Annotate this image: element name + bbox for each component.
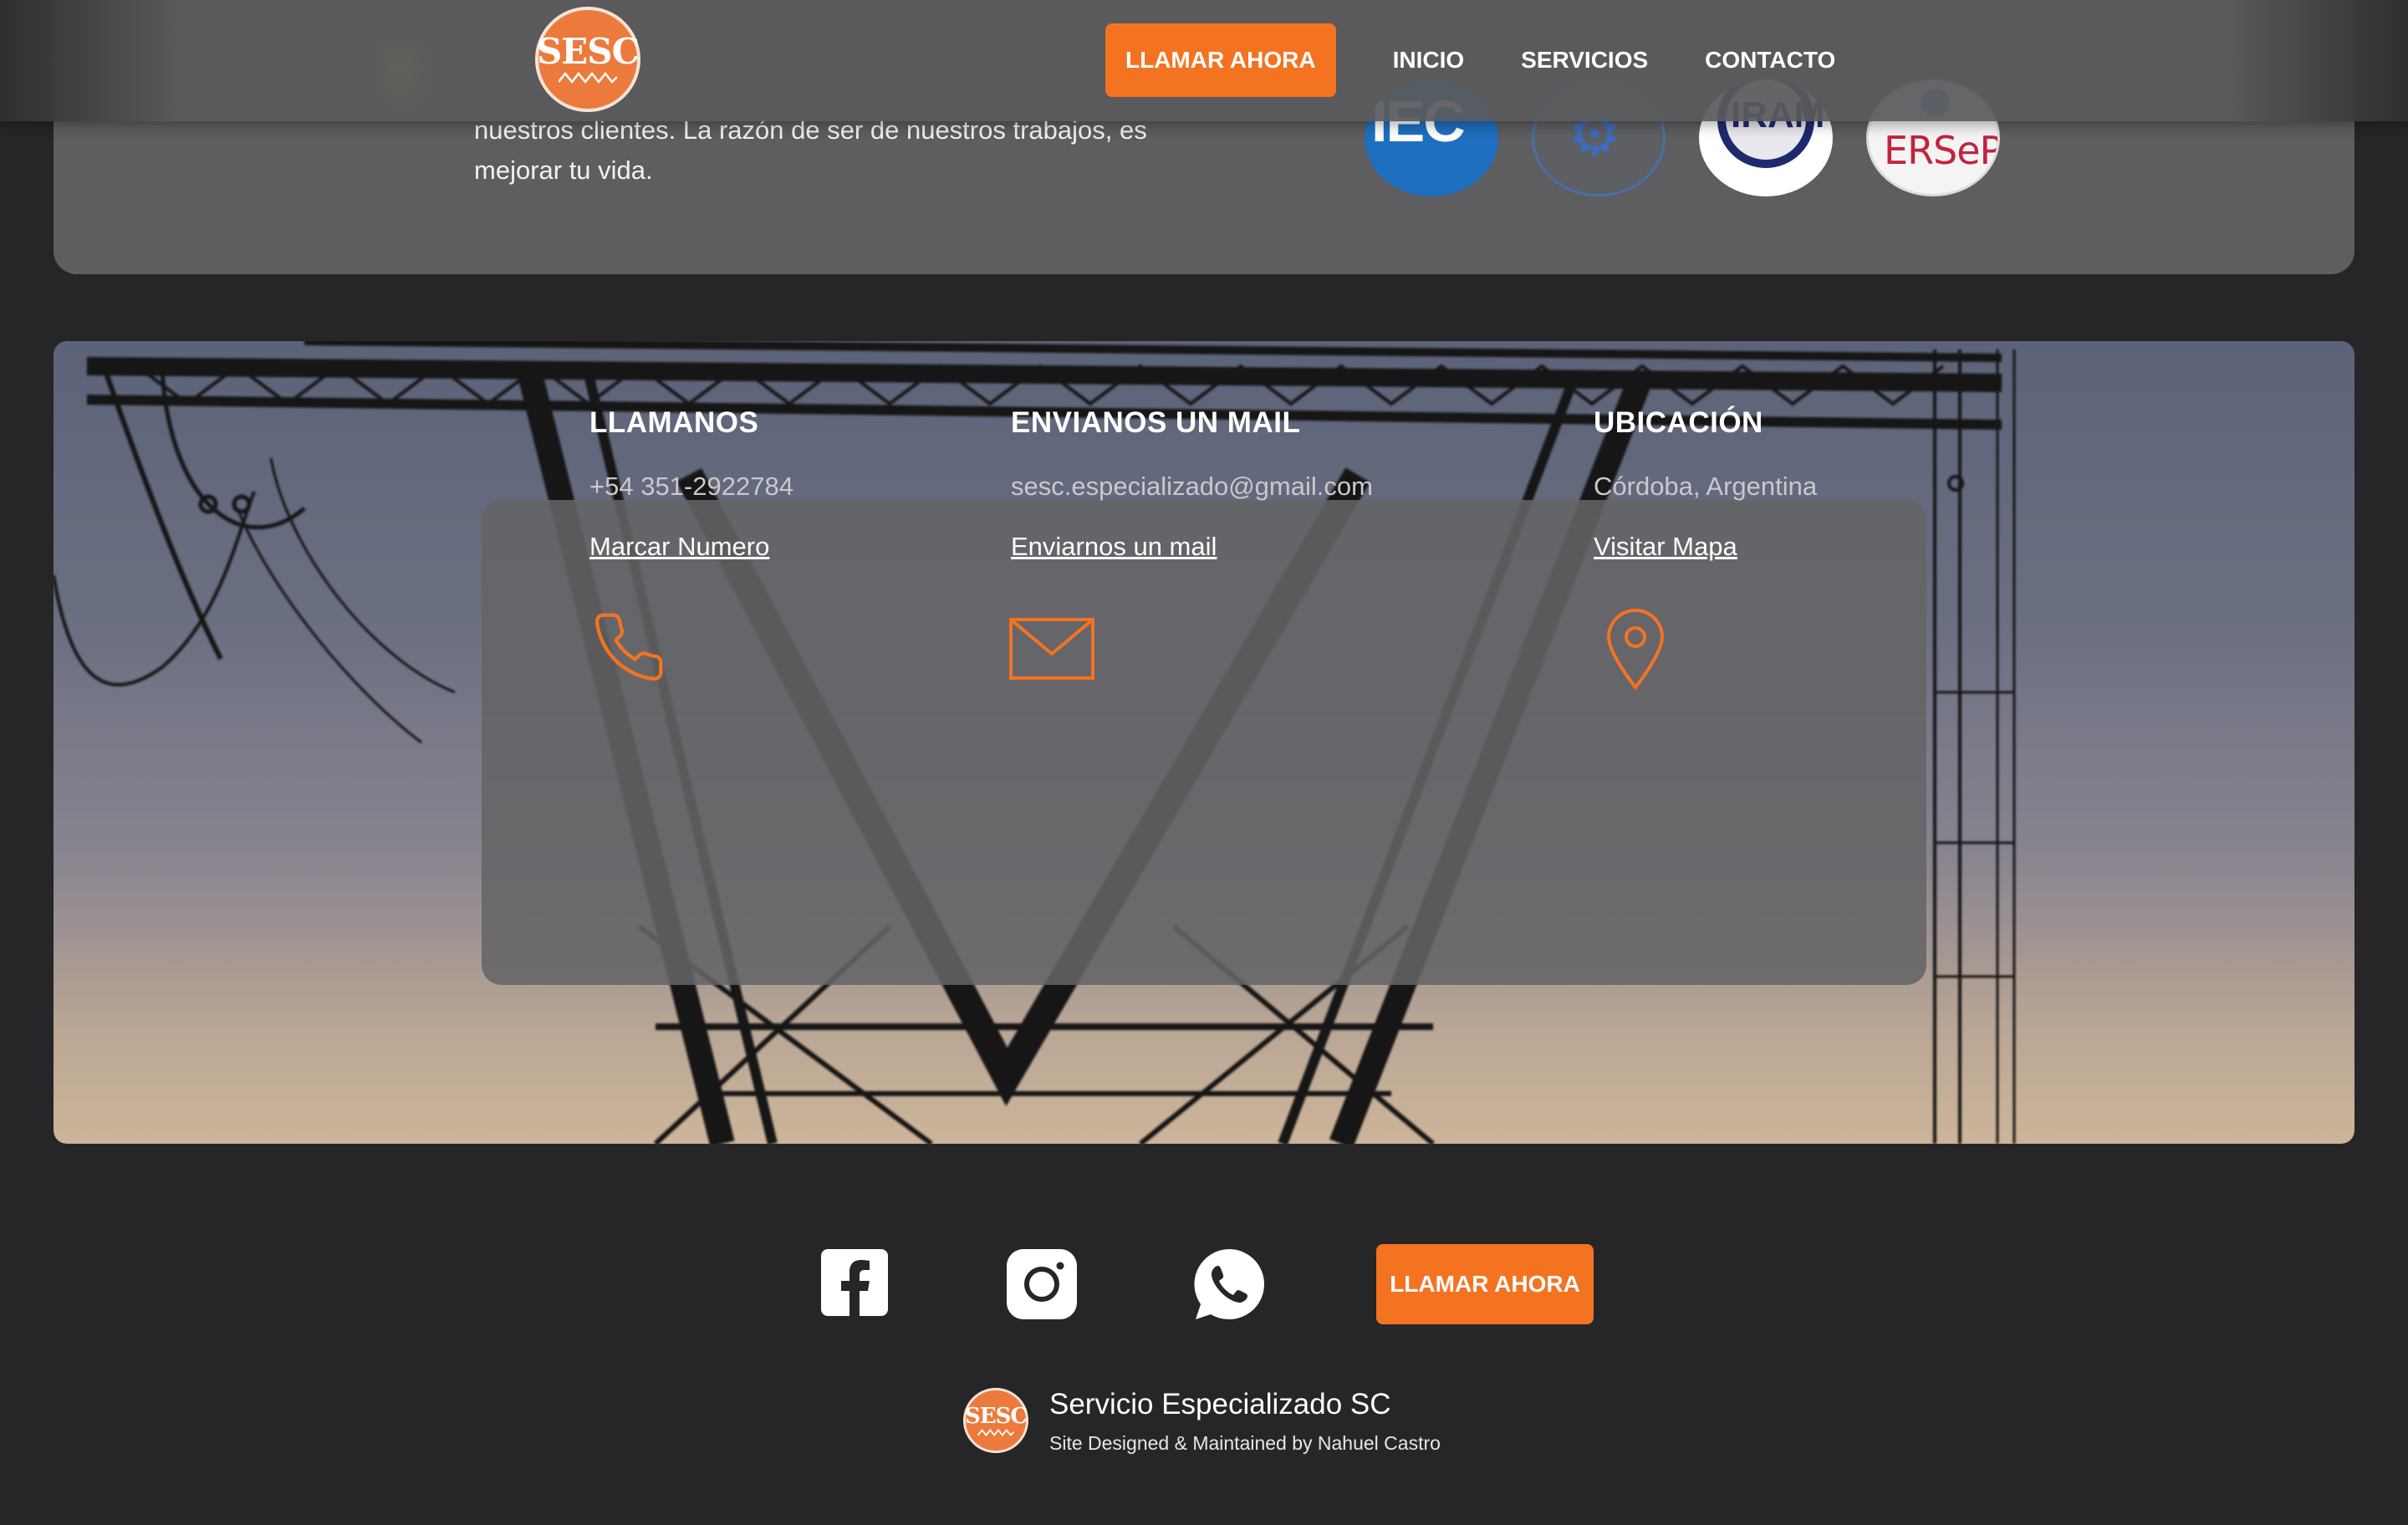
phone-icon [594, 613, 663, 681]
footer-credit: Site Designed & Maintained by Nahuel Cas… [1049, 1432, 1441, 1454]
nav-inicio[interactable]: INICIO [1393, 47, 1465, 74]
wave-icon [977, 1428, 1014, 1436]
wave-icon [559, 71, 617, 84]
contact-title-location: UBICACIÓN [1594, 406, 1763, 439]
mail-icon [1009, 618, 1094, 680]
header: SESC LLAMAR AHORA INICIO SERVICIOS CONTA… [0, 0, 2408, 121]
site-logo[interactable]: SESC [535, 7, 640, 112]
location-pin-icon [1606, 609, 1665, 691]
instagram-icon[interactable] [1007, 1249, 1077, 1319]
dial-number-link[interactable]: Marcar Numero [589, 532, 769, 562]
nav-contacto[interactable]: CONTACTO [1705, 47, 1835, 74]
footer-logo: SESC [963, 1388, 1028, 1453]
contact-location: Córdoba, Argentina [1594, 472, 1818, 501]
about-text: nuestros clientes. La razón de ser de nu… [474, 115, 1147, 185]
call-now-button[interactable]: LLAMAR AHORA [1105, 23, 1336, 97]
nav-servicios[interactable]: SERVICIOS [1521, 47, 1648, 74]
page: nuestros clientes. La razón de ser de nu… [0, 0, 2408, 1525]
send-mail-link[interactable]: Enviarnos un mail [1011, 532, 1217, 562]
visit-map-link[interactable]: Visitar Mapa [1594, 532, 1737, 562]
contact-section [54, 341, 2354, 1144]
whatsapp-icon[interactable] [1192, 1247, 1266, 1321]
main-nav: LLAMAR AHORA INICIO SERVICIOS CONTACTO [1105, 23, 1835, 97]
contact-title-mail: ENVIANOS UN MAIL [1011, 406, 1301, 439]
contact-card [482, 500, 1926, 985]
footer-site-name: Servicio Especializado SC [1049, 1388, 1391, 1420]
footer-call-now-button[interactable]: LLAMAR AHORA [1376, 1244, 1594, 1324]
contact-title-call: LLAMANOS [589, 406, 759, 439]
contact-phone: +54 351-2922784 [589, 472, 793, 501]
contact-email: sesc.especializado@gmail.com [1011, 472, 1373, 501]
facebook-icon[interactable] [821, 1249, 888, 1316]
